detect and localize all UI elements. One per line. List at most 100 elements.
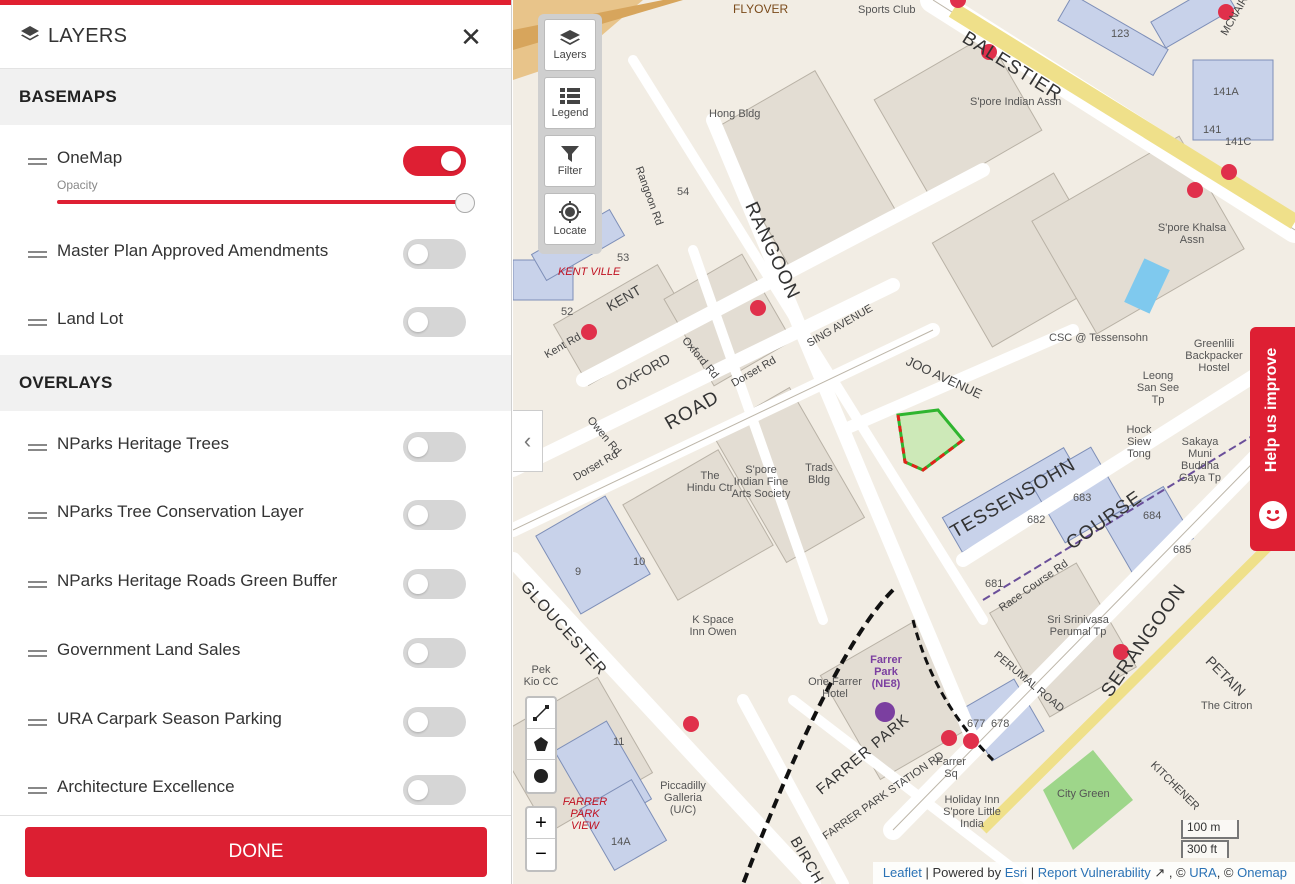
block-number: 684 xyxy=(1143,510,1162,522)
legend-list-icon xyxy=(560,88,580,104)
map-label: City Green xyxy=(1057,788,1110,800)
layer-row-heritage-roads: NParks Heritage Roads Green Buffer xyxy=(0,569,511,609)
toggle-heritage-roads[interactable] xyxy=(403,569,466,599)
locate-button-label: Locate xyxy=(553,225,587,237)
drag-handle-icon[interactable] xyxy=(28,319,47,327)
toggle-knob xyxy=(408,574,428,594)
layer-row-master-plan-amendments: Master Plan Approved Amendments xyxy=(0,239,511,279)
layers-stack-icon xyxy=(560,30,580,45)
opacity-slider-track[interactable] xyxy=(57,200,465,204)
external-link-icon: ↗ xyxy=(1150,865,1166,880)
drag-handle-icon[interactable] xyxy=(28,787,47,795)
draw-toolbar xyxy=(525,696,557,794)
attribution-text: , © xyxy=(1165,865,1190,880)
toggle-knob xyxy=(408,437,428,457)
draw-circle-icon[interactable] xyxy=(527,760,555,791)
toggle-heritage-trees[interactable] xyxy=(403,432,466,462)
toggle-knob xyxy=(408,312,428,332)
help-us-improve-button[interactable]: Help us improve xyxy=(1250,327,1295,551)
map-label: K Space Inn Owen xyxy=(689,614,737,638)
map-label: Sports Club xyxy=(858,4,916,16)
block-number: 685 xyxy=(1173,544,1192,556)
toggle-knob xyxy=(408,244,428,264)
map-label: Hock Siew Tong xyxy=(1126,424,1152,460)
layer-label: Architecture Excellence xyxy=(57,777,235,796)
layer-label: NParks Tree Conservation Layer xyxy=(57,502,304,521)
layer-label: NParks Heritage Trees xyxy=(57,434,229,453)
toggle-onemap[interactable] xyxy=(403,146,466,176)
basemaps-heading: BASEMAPS xyxy=(0,69,511,125)
toggle-land-lot[interactable] xyxy=(403,307,466,337)
toggle-architecture-excellence[interactable] xyxy=(403,775,466,805)
layer-row-architecture-excellence: Architecture Excellence xyxy=(0,775,511,815)
collapse-panel-chevron-left-icon[interactable]: ‹ xyxy=(513,410,543,472)
drag-handle-icon[interactable] xyxy=(28,581,47,589)
attribution-text: , © xyxy=(1216,865,1238,880)
map-attribution: Leaflet | Powered by Esri | Report Vulne… xyxy=(872,862,1295,884)
report-vulnerability-link[interactable]: Report Vulnerability xyxy=(1038,865,1151,880)
toggle-master-plan-amendments[interactable] xyxy=(403,239,466,269)
map-toolbar: Layers Legend Filter Locate xyxy=(538,14,602,254)
legend-button[interactable]: Legend xyxy=(544,77,596,129)
zoom-out-button[interactable]: − xyxy=(527,839,555,870)
zoom-in-button[interactable]: + xyxy=(527,808,555,839)
map-label: Trads Bldg xyxy=(805,462,833,486)
layer-label: Land Lot xyxy=(57,309,124,328)
toggle-knob xyxy=(408,780,428,800)
block-number: 53 xyxy=(617,252,630,264)
scale-imperial: 300 ft xyxy=(1181,840,1229,858)
layers-stack-icon xyxy=(20,25,40,48)
onemap-link[interactable]: Onemap xyxy=(1237,865,1287,880)
block-number: 11 xyxy=(613,736,625,748)
filter-funnel-icon xyxy=(561,146,579,162)
map-view[interactable]: FLYOVER Sports Club BALESTIER MCNAIR S'p… xyxy=(513,0,1295,884)
leaflet-link[interactable]: Leaflet xyxy=(883,865,922,880)
toggle-knob xyxy=(408,643,428,663)
drag-handle-icon[interactable] xyxy=(28,444,47,452)
drag-handle-icon[interactable] xyxy=(28,158,47,166)
block-number: 54 xyxy=(677,186,690,198)
block-number: 52 xyxy=(561,306,574,318)
layer-row-government-land-sales: Government Land Sales xyxy=(0,638,511,678)
drag-handle-icon[interactable] xyxy=(28,251,47,259)
block-number: 14A xyxy=(611,836,631,848)
layers-button-label: Layers xyxy=(553,49,587,61)
layer-row-ura-carpark: URA Carpark Season Parking xyxy=(0,707,511,747)
close-icon[interactable]: ✕ xyxy=(460,23,482,51)
block-number: 682 xyxy=(1027,514,1046,526)
drag-handle-icon[interactable] xyxy=(28,719,47,727)
draw-polygon-icon[interactable] xyxy=(527,729,555,760)
block-number: 678 xyxy=(991,718,1010,730)
locate-button[interactable]: Locate xyxy=(544,193,596,245)
drag-handle-icon[interactable] xyxy=(28,512,47,520)
draw-line-icon[interactable] xyxy=(527,698,555,729)
toggle-knob xyxy=(441,151,461,171)
map-label: One Farrer Hotel xyxy=(808,676,862,700)
toggle-tree-conservation[interactable] xyxy=(403,500,466,530)
map-label: Sri Srinivasa Perumal Tp xyxy=(1047,614,1109,638)
opacity-label: Opacity xyxy=(57,178,98,192)
block-number: 10 xyxy=(633,556,646,568)
opacity-slider-thumb[interactable] xyxy=(455,193,475,213)
done-button[interactable]: DONE xyxy=(25,827,487,877)
attribution-text: | xyxy=(1027,865,1038,880)
filter-button[interactable]: Filter xyxy=(544,135,596,187)
toggle-government-land-sales[interactable] xyxy=(403,638,466,668)
map-label: Greenlili Backpacker Hostel xyxy=(1185,338,1243,374)
ura-link[interactable]: URA xyxy=(1189,865,1216,880)
toggle-knob xyxy=(408,505,428,525)
block-number: 677 xyxy=(967,718,986,730)
esri-link[interactable]: Esri xyxy=(1005,865,1027,880)
map-scale: 100 m 300 ft xyxy=(1181,820,1239,858)
toggle-ura-carpark[interactable] xyxy=(403,707,466,737)
map-label: Pek Kio CC xyxy=(523,664,559,688)
drag-handle-icon[interactable] xyxy=(28,650,47,658)
map-label: Sakaya Muni Buddha Gaya Tp xyxy=(1179,436,1221,484)
map-label: CSC @ Tessensohn xyxy=(1049,332,1149,344)
map-label: Leong San See Tp xyxy=(1136,370,1180,406)
zoom-control: + − xyxy=(525,806,557,872)
layers-button[interactable]: Layers xyxy=(544,19,596,71)
map-label: FARRER PARK VIEW xyxy=(562,796,608,832)
map-label: Farrer Sq xyxy=(936,756,966,780)
locate-crosshair-icon xyxy=(559,201,581,223)
